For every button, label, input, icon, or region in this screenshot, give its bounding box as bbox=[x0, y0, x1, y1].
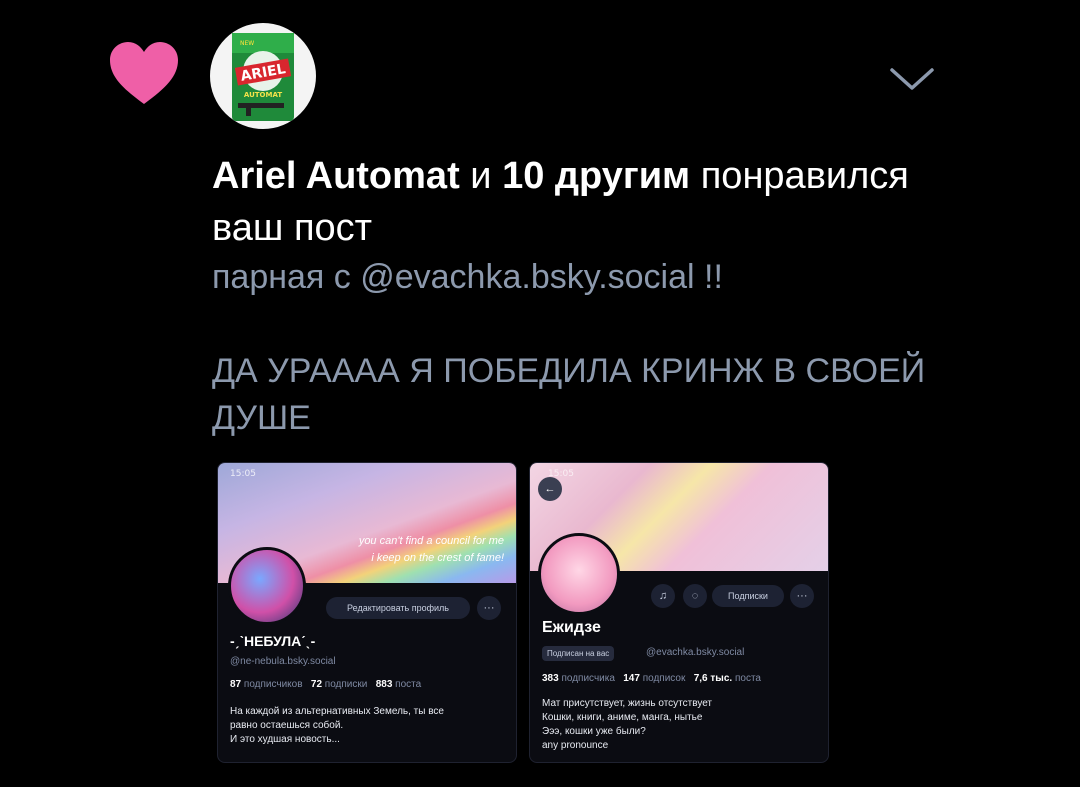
followers-label: подписчика bbox=[561, 673, 615, 684]
back-arrow-icon: ← bbox=[538, 477, 562, 501]
action-text: понравился bbox=[690, 155, 909, 197]
profile-stats: 87 подписчиков 72 подписки 883 поста bbox=[230, 679, 421, 690]
bio-line-1: Мат присутствует, жизнь отсутствует bbox=[542, 698, 713, 709]
more-button: ··· bbox=[790, 584, 814, 608]
posts-label: поста bbox=[395, 679, 422, 690]
others-count[interactable]: 10 другим bbox=[502, 155, 690, 197]
bio-line-3: Эээ, кошки уже были? bbox=[542, 726, 646, 737]
followers-count: 383 bbox=[542, 673, 559, 684]
profile-stats: 383 подписчика 147 подписок 7,6 тыс. пос… bbox=[542, 673, 761, 684]
profile-avatar bbox=[538, 533, 620, 615]
more-button: ··· bbox=[477, 596, 501, 620]
display-name: Ежидзе bbox=[542, 619, 601, 636]
ariel-package-icon: ARIEL AUTOMAT NEW bbox=[232, 33, 294, 121]
profile-avatar bbox=[228, 547, 306, 625]
posts-label: поста bbox=[734, 673, 761, 684]
chevron-down-icon[interactable] bbox=[888, 64, 936, 94]
heart-icon bbox=[110, 42, 178, 104]
handle: @evachka.bsky.social bbox=[646, 647, 745, 658]
subscribed-button: Подписки bbox=[712, 585, 784, 607]
profile-bio: Мат присутствует, жизнь отсутствует Кошк… bbox=[542, 697, 822, 753]
bio-line-2: равно остаешься собой. bbox=[230, 720, 344, 731]
bio-line-4: any pronounce bbox=[542, 740, 609, 751]
post-line-1: парная с @evachka.bsky.social !! bbox=[212, 258, 723, 296]
actor-avatar[interactable]: ARIEL AUTOMAT NEW bbox=[210, 23, 316, 129]
posts-count: 7,6 тыс. bbox=[693, 673, 733, 684]
following-label: подписки bbox=[324, 679, 368, 690]
following-count: 147 bbox=[623, 673, 640, 684]
edit-profile-button: Редактировать профиль bbox=[326, 597, 470, 619]
posts-count: 883 bbox=[375, 679, 393, 690]
display-name: -ˏˋНЕБУЛАˊˎ- bbox=[230, 633, 316, 649]
bell-icon: ♫ bbox=[651, 584, 675, 608]
followers-label: подписчиков bbox=[243, 679, 303, 690]
following-label: подписок bbox=[642, 673, 686, 684]
bio-line-2: Кошки, книги, аниме, манга, нытье bbox=[542, 712, 703, 723]
chat-icon: ◌ bbox=[683, 584, 707, 608]
followers-count: 87 bbox=[230, 679, 242, 690]
lyric-line-1: you can't find a council for me bbox=[358, 535, 504, 547]
profile-bio: На каждой из альтернативных Земель, ты в… bbox=[230, 705, 510, 747]
post-line-2: ДА УРАААА Я ПОБЕДИЛА КРИНЖ В СВОЕЙ ДУШЕ bbox=[212, 352, 926, 437]
avatar-badge: NEW bbox=[240, 40, 254, 47]
handle: @ne-nebula.bsky.social bbox=[230, 656, 336, 667]
action-text-line2: ваш пост bbox=[212, 207, 373, 249]
avatar-label-bottom: AUTOMAT bbox=[244, 91, 282, 99]
following-count: 72 bbox=[310, 679, 323, 690]
attached-image-1[interactable]: 15:05 you can't find a council for me i … bbox=[217, 462, 517, 763]
lyric-line-2: i keep on the crest of fame! bbox=[371, 552, 504, 564]
status-time: 15:05 bbox=[230, 469, 256, 479]
notification-text: Ariel Automat и 10 другим понравился ваш… bbox=[212, 150, 1032, 254]
attached-image-2[interactable]: 15:05 ← ♫ ◌ Подписки ··· Ежидзе Подписан… bbox=[529, 462, 829, 763]
banner-lyric: you can't find a council for me i keep o… bbox=[359, 533, 504, 567]
follows-you-badge: Подписан на вас bbox=[542, 646, 615, 661]
bio-line-3: И это худшая новость... bbox=[230, 734, 340, 745]
actor-name[interactable]: Ariel Automat bbox=[212, 155, 460, 197]
connector-text: и bbox=[459, 155, 503, 197]
post-preview[interactable]: парная с @evachka.bsky.social !! ДА УРАА… bbox=[212, 254, 1032, 442]
bio-line-1: На каждой из альтернативных Земель, ты в… bbox=[230, 706, 444, 717]
